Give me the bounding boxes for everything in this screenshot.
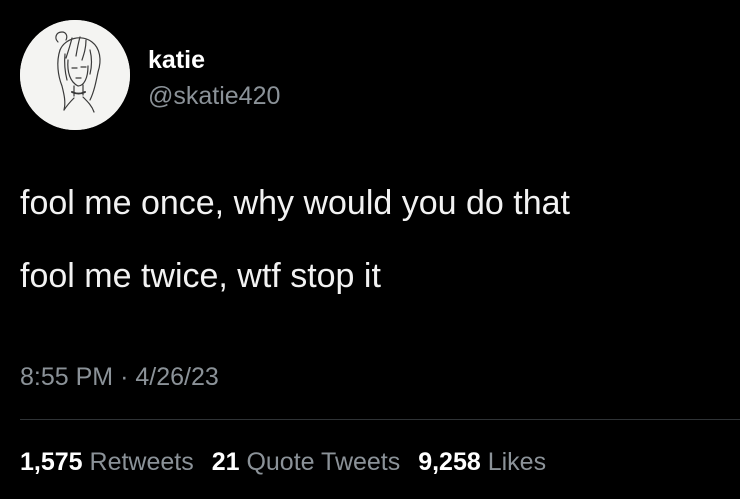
tweet-timestamp[interactable]: 8:55 PM · 4/26/23 bbox=[20, 362, 219, 392]
tweet-card: katie @skatie420 fool me once, why would… bbox=[0, 0, 740, 499]
tweet-time: 8:55 PM bbox=[20, 363, 114, 391]
author-display-name[interactable]: katie bbox=[148, 45, 205, 75]
avatar[interactable] bbox=[20, 20, 130, 130]
retweets-label: Retweets bbox=[89, 448, 194, 476]
quote-tweets-count: 21 bbox=[211, 448, 240, 476]
tweet-text-line-2: fool me twice, wtf stop it bbox=[20, 257, 381, 295]
quote-tweets-stat[interactable]: 21 Quote Tweets bbox=[212, 447, 401, 477]
author-handle[interactable]: @skatie420 bbox=[148, 81, 280, 111]
timestamp-separator: · bbox=[120, 363, 129, 391]
tweet-text-line-1: fool me once, why would you do that bbox=[20, 184, 570, 222]
quote-tweets-label: Quote Tweets bbox=[246, 448, 401, 476]
engagement-stats: 1,575 Retweets 21 Quote Tweets 9,258 Lik… bbox=[20, 447, 557, 477]
retweets-count: 1,575 bbox=[20, 448, 83, 476]
likes-count: 9,258 bbox=[418, 448, 481, 476]
divider bbox=[20, 419, 740, 420]
retweets-stat[interactable]: 1,575 Retweets bbox=[20, 447, 194, 477]
tweet-date: 4/26/23 bbox=[135, 363, 219, 391]
likes-stat[interactable]: 9,258 Likes bbox=[418, 447, 546, 477]
likes-label: Likes bbox=[487, 448, 547, 476]
sketch-portrait-avatar-icon bbox=[20, 20, 130, 130]
